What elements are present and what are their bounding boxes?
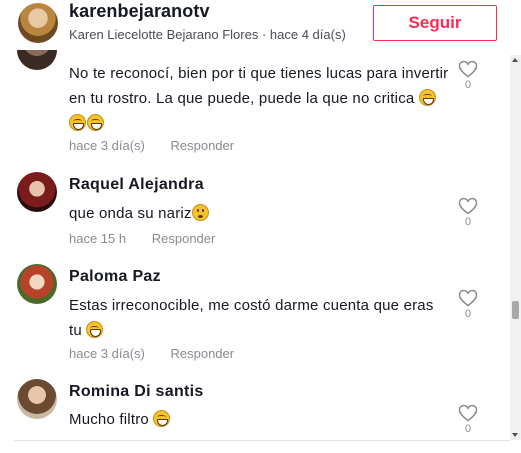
divider — [14, 440, 510, 441]
commenter-name[interactable]: Raquel Alejandra — [69, 176, 204, 194]
heart-outline-icon[interactable] — [458, 404, 478, 422]
like-button[interactable]: 0 — [456, 60, 480, 91]
comment-text: que onda su nariz — [69, 201, 449, 226]
author-username[interactable]: karenbejaranotv — [69, 1, 210, 22]
like-button[interactable]: 0 — [456, 289, 480, 320]
comment-text: Estas irreconocible, me costó darme cuen… — [69, 293, 449, 343]
comments-list: No te reconocí, bien por ti que tienes l… — [0, 50, 510, 440]
grin-squint-emoji-icon — [418, 89, 436, 106]
comment-item: Paloma Paz Estas irreconocible, me costó… — [0, 262, 510, 367]
flushed-emoji-icon — [191, 204, 209, 221]
comment-item: Raquel Alejandra que onda su nariz hace … — [0, 168, 510, 248]
author-display-name[interactable]: Karen Liecelotte Bejarano Flores — [69, 27, 258, 42]
comment-body: No te reconocí, bien por ti que tienes l… — [69, 65, 449, 107]
comment-meta: hace 15 h Responder — [69, 231, 215, 246]
commenter-name[interactable]: Romina Di santis — [69, 383, 204, 401]
post-time: hace 4 día(s) — [269, 27, 346, 42]
grin-emoji-icon — [86, 321, 104, 338]
grin-squint-emoji-icon — [87, 114, 104, 131]
like-count: 0 — [464, 423, 472, 435]
comment-item: Romina Di santis Mucho filtro 0 — [0, 377, 510, 440]
reply-button[interactable]: Responder — [152, 231, 216, 246]
commenter-avatar[interactable] — [17, 379, 57, 419]
grin-squint-emoji-icon — [153, 410, 171, 427]
commenter-name[interactable]: Paloma Paz — [69, 268, 161, 286]
comment-time: hace 3 día(s) — [69, 346, 145, 361]
like-button[interactable]: 0 — [456, 197, 480, 228]
comment-text: Mucho filtro — [69, 407, 449, 432]
commenter-avatar[interactable] — [17, 264, 57, 304]
chevron-down-icon[interactable] — [512, 433, 518, 437]
comment-body: que onda su nariz — [69, 205, 192, 222]
comment-text: No te reconocí, bien por ti que tienes l… — [69, 61, 449, 136]
grin-squint-emoji-icon — [69, 114, 86, 131]
comment-body: Estas irreconocible, me costó darme cuen… — [69, 297, 434, 339]
like-count: 0 — [464, 79, 472, 91]
chevron-up-icon[interactable] — [512, 58, 518, 62]
comment-item: No te reconocí, bien por ti que tienes l… — [0, 50, 510, 160]
reply-button[interactable]: Responder — [171, 138, 235, 153]
comment-meta: hace 3 día(s) Responder — [69, 346, 234, 361]
comment-time: hace 15 h — [69, 231, 127, 246]
reply-button[interactable]: Responder — [171, 346, 235, 361]
comment-meta: hace 3 día(s) Responder — [69, 138, 234, 153]
comments-scrollbar[interactable] — [510, 55, 521, 440]
author-subline: Karen Liecelotte Bejarano Flores · hace … — [69, 27, 346, 42]
author-avatar[interactable] — [18, 3, 58, 43]
post-header: karenbejaranotv Karen Liecelotte Bejaran… — [0, 0, 521, 50]
comment-time: hace 3 día(s) — [69, 138, 145, 153]
commenter-avatar[interactable] — [17, 50, 57, 70]
commenter-avatar[interactable] — [17, 172, 57, 212]
heart-outline-icon[interactable] — [458, 197, 478, 215]
heart-outline-icon[interactable] — [458, 289, 478, 307]
follow-button[interactable]: Seguir — [373, 5, 497, 41]
like-count: 0 — [464, 308, 472, 320]
scrollbar-thumb[interactable] — [512, 301, 519, 319]
comment-body: Mucho filtro — [69, 411, 154, 428]
like-count: 0 — [464, 216, 472, 228]
like-button[interactable]: 0 — [456, 404, 480, 435]
heart-outline-icon[interactable] — [458, 60, 478, 78]
subline-separator: · — [258, 27, 270, 42]
